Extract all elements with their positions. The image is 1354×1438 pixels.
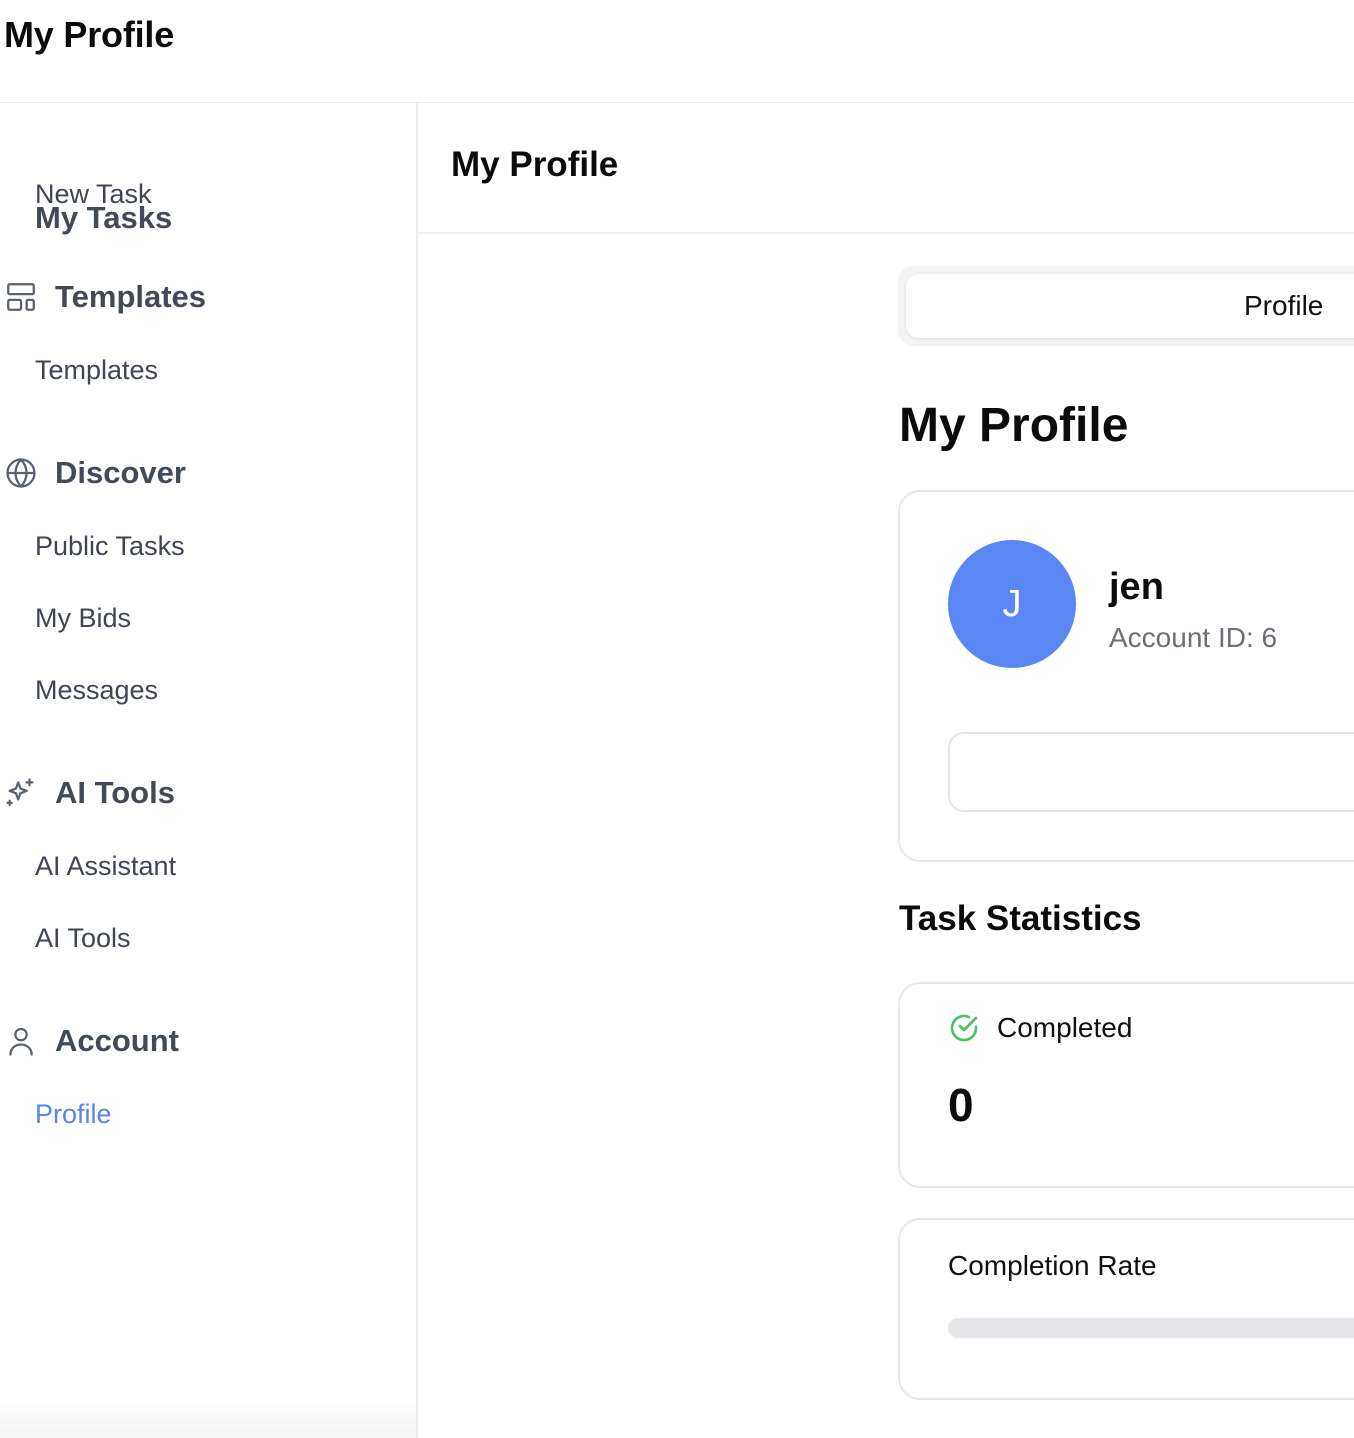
page-title: My Profile	[899, 399, 1129, 452]
completion-rate-progress-bar	[948, 1318, 1354, 1338]
completion-rate-card: Completion Rate	[898, 1218, 1354, 1400]
main-header-divider	[418, 232, 1354, 234]
globe-icon	[6, 458, 36, 488]
sidebar-section-account[interactable]: Account	[4, 1023, 179, 1059]
tab-profile[interactable]: Profile	[906, 274, 1354, 338]
profile-card: J jen Account ID: 6	[898, 490, 1354, 862]
sidebar-section-label: Templates	[55, 279, 207, 314]
sidebar-item-ai-tools[interactable]: AI Tools	[35, 923, 131, 954]
completed-value: 0	[948, 1079, 974, 1131]
sidebar-item-ai-assistant[interactable]: AI Assistant	[35, 851, 176, 882]
main-header-title: My Profile	[451, 145, 619, 184]
sidebar-item-new-task[interactable]: New Task	[35, 179, 152, 210]
sparkles-icon	[6, 778, 34, 807]
sidebar-bottom-fade	[0, 1398, 416, 1438]
tab-label: Profile	[1244, 290, 1324, 321]
avatar-initial: J	[1002, 582, 1022, 625]
sidebar-section-label: Discover	[55, 455, 186, 490]
task-statistics-title: Task Statistics	[899, 899, 1142, 938]
sidebar: My Tasks New Task Templates Templates Di…	[0, 103, 418, 1438]
sidebar-item-public-tasks[interactable]: Public Tasks	[35, 531, 185, 562]
completion-rate-label: Completion Rate	[948, 1250, 1157, 1281]
avatar: J	[948, 540, 1076, 668]
sidebar-item-my-bids[interactable]: My Bids	[35, 603, 131, 634]
sidebar-section-label: AI Tools	[55, 775, 175, 810]
app-title: My Profile	[4, 14, 175, 55]
user-icon	[9, 1027, 33, 1056]
username: jen	[1109, 566, 1164, 608]
sidebar-section-ai-tools[interactable]: AI Tools	[4, 775, 175, 811]
sidebar-item-templates[interactable]: Templates	[35, 355, 158, 386]
check-circle-icon	[950, 1014, 978, 1042]
completed-stat-card: Completed 0	[898, 982, 1354, 1188]
sidebar-section-discover[interactable]: Discover	[4, 455, 186, 491]
profile-tabs: Profile	[898, 266, 1354, 346]
sidebar-section-templates[interactable]: Templates	[4, 279, 206, 315]
account-id: Account ID: 6	[1109, 622, 1278, 653]
sidebar-item-profile[interactable]: Profile	[35, 1099, 112, 1130]
sidebar-section-label: Account	[55, 1023, 179, 1058]
layout-template-icon	[7, 283, 35, 311]
sidebar-item-messages[interactable]: Messages	[35, 675, 158, 706]
profile-field[interactable]	[948, 732, 1354, 812]
completed-label: Completed	[997, 1012, 1133, 1043]
